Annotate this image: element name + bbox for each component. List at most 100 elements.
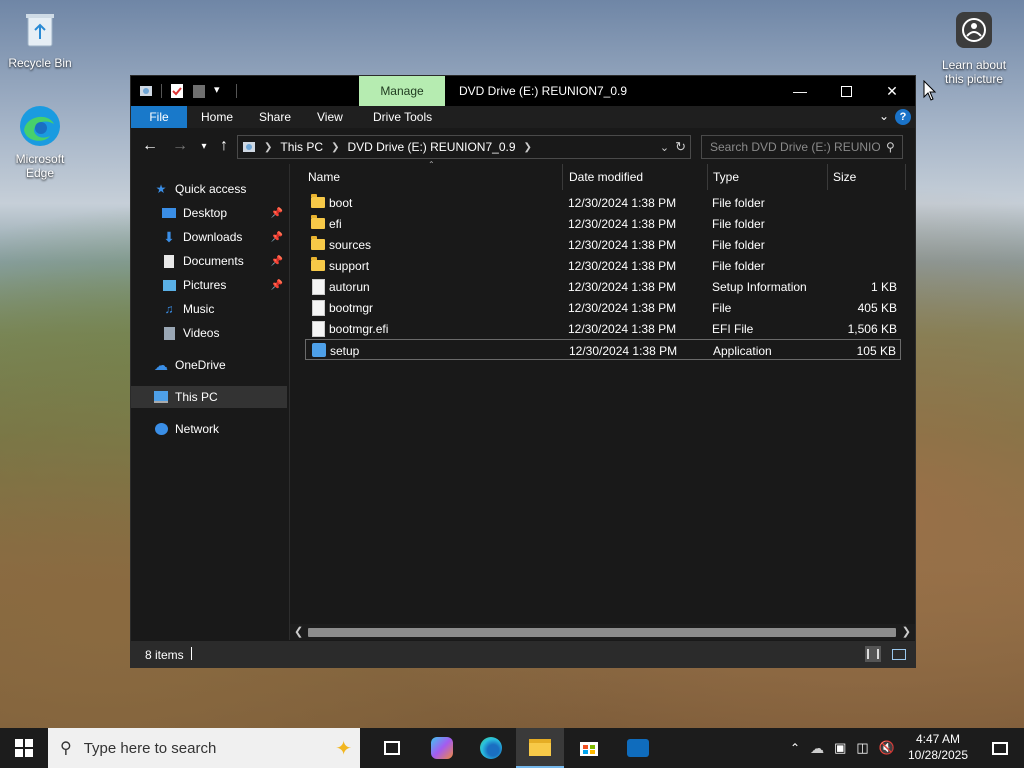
- learn-about-picture-shortcut[interactable]: Learn about this picture: [934, 10, 1014, 86]
- recycle-bin-shortcut[interactable]: Recycle Bin: [0, 8, 80, 70]
- nav-music[interactable]: ♫ Music: [161, 298, 287, 320]
- expand-ribbon-icon[interactable]: ⌄: [879, 109, 889, 123]
- column-header-type[interactable]: Type: [713, 164, 739, 190]
- large-icons-view-icon: [892, 648, 906, 660]
- show-hidden-icons-icon[interactable]: ⌃: [790, 741, 800, 755]
- store-app-button[interactable]: [565, 728, 613, 768]
- music-icon: ♫: [164, 302, 174, 316]
- nav-quick-access[interactable]: ★ Quick access: [153, 178, 309, 200]
- table-row[interactable]: boot 12/30/2024 1:38 PM File folder: [305, 192, 901, 213]
- file-explorer-app-button[interactable]: [516, 728, 564, 768]
- column-divider[interactable]: [562, 164, 563, 190]
- tab-drive-tools[interactable]: Drive Tools: [361, 106, 444, 128]
- tab-home[interactable]: Home: [189, 106, 245, 128]
- onedrive-tray-icon[interactable]: ☁: [810, 740, 824, 757]
- volume-muted-icon[interactable]: 🔇: [879, 740, 895, 756]
- file-name: bootmgr.efi: [329, 322, 389, 336]
- manage-tab[interactable]: Manage: [359, 76, 445, 106]
- file-size: 1 KB: [870, 280, 897, 294]
- address-history-chevron-icon[interactable]: ⌄: [660, 141, 669, 154]
- scroll-left-icon[interactable]: ❮: [294, 625, 303, 638]
- properties-icon[interactable]: [170, 83, 184, 99]
- start-button[interactable]: [0, 728, 48, 768]
- minimize-button[interactable]: —: [777, 76, 823, 106]
- nav-videos[interactable]: Videos: [161, 322, 287, 344]
- column-header-date-modified[interactable]: Date modified: [569, 164, 643, 190]
- close-button[interactable]: ✕: [869, 76, 915, 106]
- ribbon-tabs: File Home Share View Drive Tools ⌄ ?: [131, 106, 915, 128]
- taskbar-search-box[interactable]: ⚲ Type here to search ✦: [48, 728, 360, 768]
- column-divider[interactable]: [905, 164, 906, 190]
- file-name: sources: [329, 238, 372, 252]
- table-row[interactable]: support 12/30/2024 1:38 PM File folder: [305, 255, 901, 276]
- nav-label: Pictures: [183, 278, 227, 292]
- scroll-right-icon[interactable]: ❯: [902, 625, 911, 638]
- scrollbar-thumb[interactable]: [308, 628, 896, 637]
- file-type: File folder: [712, 238, 765, 252]
- search-input[interactable]: [702, 139, 882, 155]
- system-tray: ⌃ ☁ ▣ ◫ 🔇: [790, 728, 895, 768]
- task-view-button[interactable]: [368, 728, 416, 768]
- clock[interactable]: 4:47 AM 10/28/2025: [906, 731, 970, 763]
- notifications-button[interactable]: [976, 728, 1024, 768]
- nav-network[interactable]: Network: [153, 418, 287, 440]
- back-button[interactable]: ←: [139, 136, 161, 156]
- column-header-size[interactable]: Size: [833, 164, 856, 190]
- breadcrumb-separator[interactable]: ❯: [524, 142, 532, 153]
- file-date-modified: 12/30/2024 1:38 PM: [568, 238, 677, 252]
- breadcrumb-dvd-drive[interactable]: DVD Drive (E:) REUNION7_0.9: [347, 140, 515, 154]
- refresh-icon[interactable]: ↻: [675, 139, 686, 155]
- breadcrumb-separator[interactable]: ❯: [264, 142, 272, 153]
- nav-label: Downloads: [183, 230, 243, 244]
- help-icon[interactable]: ?: [895, 109, 911, 125]
- horizontal-scrollbar[interactable]: ❮ ❯: [290, 624, 915, 640]
- outlook-app-button[interactable]: [614, 728, 662, 768]
- nav-pictures[interactable]: Pictures 📌: [161, 274, 287, 296]
- copilot-app-button[interactable]: [418, 728, 466, 768]
- customize-toolbar-icon[interactable]: ▾: [214, 83, 228, 99]
- tab-share[interactable]: Share: [247, 106, 303, 128]
- pin-icon[interactable]: 📌: [271, 232, 283, 243]
- up-button[interactable]: ↑: [213, 136, 235, 156]
- column-divider[interactable]: [707, 164, 708, 190]
- pin-icon[interactable]: 📌: [271, 208, 283, 219]
- table-row[interactable]: bootmgr 12/30/2024 1:38 PM File 405 KB: [305, 297, 901, 318]
- breadcrumb-separator[interactable]: ❯: [331, 142, 339, 153]
- file-type: File: [712, 301, 732, 315]
- tab-view[interactable]: View: [305, 106, 355, 128]
- search-box[interactable]: ⚲: [701, 135, 903, 159]
- pin-icon[interactable]: 📌: [271, 280, 283, 291]
- microsoft-edge-shortcut[interactable]: Microsoft Edge: [0, 104, 80, 180]
- table-row[interactable]: bootmgr.efi 12/30/2024 1:38 PM EFI File 1,5…: [305, 318, 901, 339]
- column-divider[interactable]: [827, 164, 828, 190]
- details-view-button[interactable]: [865, 646, 881, 662]
- nav-documents[interactable]: Documents 📌: [161, 250, 287, 272]
- nav-downloads[interactable]: ⬇ Downloads 📌: [161, 226, 287, 248]
- nav-onedrive[interactable]: ☁ OneDrive: [153, 354, 287, 376]
- recent-locations-button[interactable]: ▾: [193, 136, 215, 156]
- edge-app-button[interactable]: [467, 728, 515, 768]
- search-icon: ⚲: [60, 740, 72, 757]
- table-row[interactable]: setup 12/30/2024 1:38 PM Application 105 KB: [305, 339, 901, 360]
- maximize-button[interactable]: [823, 76, 869, 106]
- column-header-name[interactable]: Name: [308, 164, 340, 190]
- edge-icon: [18, 104, 62, 148]
- file-size: 405 KB: [857, 301, 897, 315]
- nav-desktop[interactable]: Desktop 📌: [161, 202, 287, 224]
- new-folder-icon[interactable]: [192, 83, 206, 99]
- table-row[interactable]: sources 12/30/2024 1:38 PM File folder: [305, 234, 901, 255]
- table-row[interactable]: autorun 12/30/2024 1:38 PM Setup Informati…: [305, 276, 901, 297]
- table-row[interactable]: efi 12/30/2024 1:38 PM File folder: [305, 213, 901, 234]
- nav-this-pc[interactable]: This PC: [131, 386, 287, 408]
- tab-file[interactable]: File: [131, 106, 187, 128]
- network-tray-icon[interactable]: ◫: [856, 740, 868, 756]
- title-bar[interactable]: ▾ Manage DVD Drive (E:) REUNION7_0.9 — ✕: [131, 76, 915, 106]
- large-icons-view-button[interactable]: [891, 646, 907, 662]
- meet-now-icon[interactable]: ▣: [834, 740, 846, 756]
- forward-button[interactable]: →: [169, 136, 191, 156]
- address-bar[interactable]: ❯ This PC ❯ DVD Drive (E:) REUNION7_0.9 …: [237, 135, 691, 159]
- navigation-pane: ★ Quick access Desktop 📌 ⬇ Downloads 📌 D…: [131, 164, 289, 640]
- breadcrumb-this-pc[interactable]: This PC: [280, 140, 323, 154]
- file-date-modified: 12/30/2024 1:38 PM: [568, 322, 677, 336]
- pin-icon[interactable]: 📌: [271, 256, 283, 267]
